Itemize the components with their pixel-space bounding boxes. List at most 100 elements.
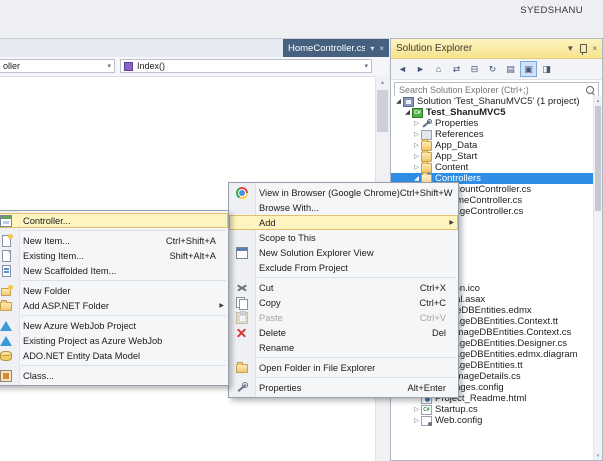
member-dropdown[interactable]: Index() ▾ bbox=[120, 59, 372, 73]
submenu-item-adonet-entity-data-model[interactable]: ADO.NET Entity Data Model bbox=[0, 348, 228, 363]
menu-separator bbox=[21, 315, 226, 316]
back-icon[interactable]: ◄ bbox=[394, 61, 411, 77]
title-bar: SYEDSHANU bbox=[0, 0, 603, 38]
menu-item-copy[interactable]: CopyCtrl+C bbox=[229, 295, 458, 310]
menu-item-new-solution-explorer-view[interactable]: New Solution Explorer View bbox=[229, 245, 458, 260]
scrollbar-thumb[interactable] bbox=[377, 90, 388, 132]
tree-item-label: App_Start bbox=[435, 151, 477, 162]
menu-item-delete[interactable]: DeleteDel bbox=[229, 325, 458, 340]
copy-icon bbox=[236, 297, 248, 309]
tree-item-label: ImageDBEntities.Context.cs bbox=[453, 327, 571, 338]
folder-icon bbox=[236, 364, 248, 373]
submenu-item-new-item[interactable]: New Item...Ctrl+Shift+A bbox=[0, 233, 228, 248]
menu-item-cut[interactable]: CutCtrl+X bbox=[229, 280, 458, 295]
window-position-icon[interactable]: ▼ bbox=[566, 44, 574, 53]
menu-item-rename[interactable]: Rename bbox=[229, 340, 458, 355]
new-folder-icon bbox=[1, 288, 11, 296]
preview-selected-items-icon[interactable]: ◨ bbox=[538, 61, 555, 77]
tree-item-label: Content bbox=[435, 162, 468, 173]
database-icon bbox=[0, 351, 12, 361]
config-icon bbox=[421, 416, 432, 426]
scrollbar-thumb[interactable] bbox=[595, 106, 601, 211]
tab-dropdown-icon[interactable]: ▾ bbox=[370, 44, 374, 53]
refresh-icon[interactable]: ↻ bbox=[484, 61, 501, 77]
menu-item-open-folder-in-file-explorer[interactable]: Open Folder in File Explorer bbox=[229, 360, 458, 375]
menu-item-browse-with[interactable]: Browse With... bbox=[229, 200, 458, 215]
properties-icon bbox=[421, 119, 432, 129]
submenu-item-controller[interactable]: Controller... bbox=[0, 213, 228, 228]
show-all-files-icon[interactable]: ▤ bbox=[502, 61, 519, 77]
tree-item-label: Solution 'Test_ShanuMVC5' (1 project) bbox=[417, 96, 580, 107]
solution-explorer-scrollbar[interactable]: ▴ ▾ bbox=[593, 96, 602, 460]
scissors-icon bbox=[236, 282, 248, 294]
tab-close-icon[interactable]: × bbox=[379, 44, 384, 53]
submenu-item-existing-item[interactable]: Existing Item...Shift+Alt+A bbox=[0, 248, 228, 263]
tree-item-web-config[interactable]: Web.config bbox=[391, 415, 593, 426]
expander-icon[interactable] bbox=[412, 162, 421, 173]
azure-icon bbox=[0, 321, 12, 331]
controller-icon bbox=[0, 215, 12, 227]
close-icon[interactable]: × bbox=[592, 44, 597, 53]
expander-icon[interactable] bbox=[394, 96, 403, 107]
expander-icon[interactable] bbox=[403, 107, 412, 118]
panel-title: Solution Explorer bbox=[396, 43, 561, 54]
type-dropdown-text: oller bbox=[3, 61, 20, 71]
menu-item-scope-to-this[interactable]: Scope to This bbox=[229, 230, 458, 245]
home-icon[interactable]: ⌂ bbox=[430, 61, 447, 77]
window-icon bbox=[236, 247, 248, 259]
scroll-up-icon[interactable]: ▴ bbox=[376, 76, 389, 88]
menu-separator bbox=[21, 230, 226, 231]
vs-window: SYEDSHANU HomeController.cs ▾ × oller ▾ … bbox=[0, 0, 603, 461]
tree-item-project[interactable]: Test_ShanuMVC5 bbox=[391, 107, 593, 118]
member-dropdown-text: Index() bbox=[137, 61, 165, 71]
pin-icon[interactable] bbox=[580, 44, 587, 53]
solution-explorer-toolbar: ◄ ► ⌂ ⇄ ⊟ ↻ ▤ ▣ ◨ bbox=[391, 59, 602, 80]
menu-item-view-in-browser[interactable]: View in Browser (Google Chrome)Ctrl+Shif… bbox=[229, 185, 458, 200]
chevron-down-icon[interactable]: ▾ bbox=[107, 62, 111, 70]
submenu-item-class[interactable]: Class... bbox=[0, 368, 228, 383]
type-dropdown[interactable]: oller ▾ bbox=[0, 59, 115, 73]
expander-icon[interactable] bbox=[412, 140, 421, 151]
scroll-down-icon[interactable]: ▾ bbox=[594, 451, 602, 460]
tree-item-properties[interactable]: Properties bbox=[391, 118, 593, 129]
submenu-item-new-folder[interactable]: New Folder bbox=[0, 283, 228, 298]
menu-separator bbox=[257, 377, 456, 378]
forward-icon[interactable]: ► bbox=[412, 61, 429, 77]
menu-item-add[interactable]: Add▶ bbox=[229, 215, 458, 230]
tree-item-label: ImageDBEntities.Context.tt bbox=[444, 316, 558, 327]
editor-navigation-bar: oller ▾ Index() ▾ bbox=[0, 57, 389, 77]
search-input[interactable] bbox=[399, 85, 582, 95]
tree-item-label: Test_ShanuMVC5 bbox=[426, 107, 506, 118]
submenu-item-new-scaffolded-item[interactable]: New Scaffolded Item... bbox=[0, 263, 228, 278]
menu-item-exclude-from-project[interactable]: Exclude From Project bbox=[229, 260, 458, 275]
tab-homecontroller[interactable]: HomeController.cs ▾ × bbox=[283, 39, 389, 57]
properties-window-icon[interactable]: ▣ bbox=[520, 61, 537, 77]
tree-item-startup[interactable]: Startup.cs bbox=[391, 404, 593, 415]
tree-item-label: Properties bbox=[435, 118, 478, 129]
solution-icon bbox=[403, 97, 414, 107]
signed-in-user[interactable]: SYEDSHANU bbox=[520, 5, 583, 16]
expander-icon[interactable] bbox=[412, 129, 421, 140]
chevron-down-icon[interactable]: ▾ bbox=[364, 62, 368, 70]
wrench-icon bbox=[236, 382, 248, 394]
scroll-up-icon[interactable]: ▴ bbox=[594, 96, 602, 105]
submenu-item-new-azure-webjob-project[interactable]: New Azure WebJob Project bbox=[0, 318, 228, 333]
context-menu: View in Browser (Google Chrome)Ctrl+Shif… bbox=[228, 182, 459, 398]
csharp-project-icon bbox=[412, 108, 423, 118]
scaffold-icon bbox=[2, 265, 11, 277]
submenu-item-existing-project-as-azure-webjob[interactable]: Existing Project as Azure WebJob bbox=[0, 333, 228, 348]
sync-with-active-document-icon[interactable]: ⇄ bbox=[448, 61, 465, 77]
expander-icon[interactable] bbox=[412, 415, 421, 426]
expander-icon[interactable] bbox=[412, 118, 421, 129]
expander-icon[interactable] bbox=[412, 151, 421, 162]
menu-item-properties[interactable]: PropertiesAlt+Enter bbox=[229, 380, 458, 395]
search-icon[interactable] bbox=[586, 86, 594, 94]
tree-item-solution[interactable]: Solution 'Test_ShanuMVC5' (1 project) bbox=[391, 96, 593, 107]
collapse-all-icon[interactable]: ⊟ bbox=[466, 61, 483, 77]
tree-item-label: Web.config bbox=[435, 415, 482, 426]
references-icon bbox=[421, 130, 432, 140]
expander-icon[interactable] bbox=[412, 404, 421, 415]
tree-item-label: App_Data bbox=[435, 140, 477, 151]
submenu-item-add-aspnet-folder[interactable]: Add ASP.NET Folder▶ bbox=[0, 298, 228, 313]
solution-explorer-header[interactable]: Solution Explorer ▼ × bbox=[391, 39, 602, 59]
